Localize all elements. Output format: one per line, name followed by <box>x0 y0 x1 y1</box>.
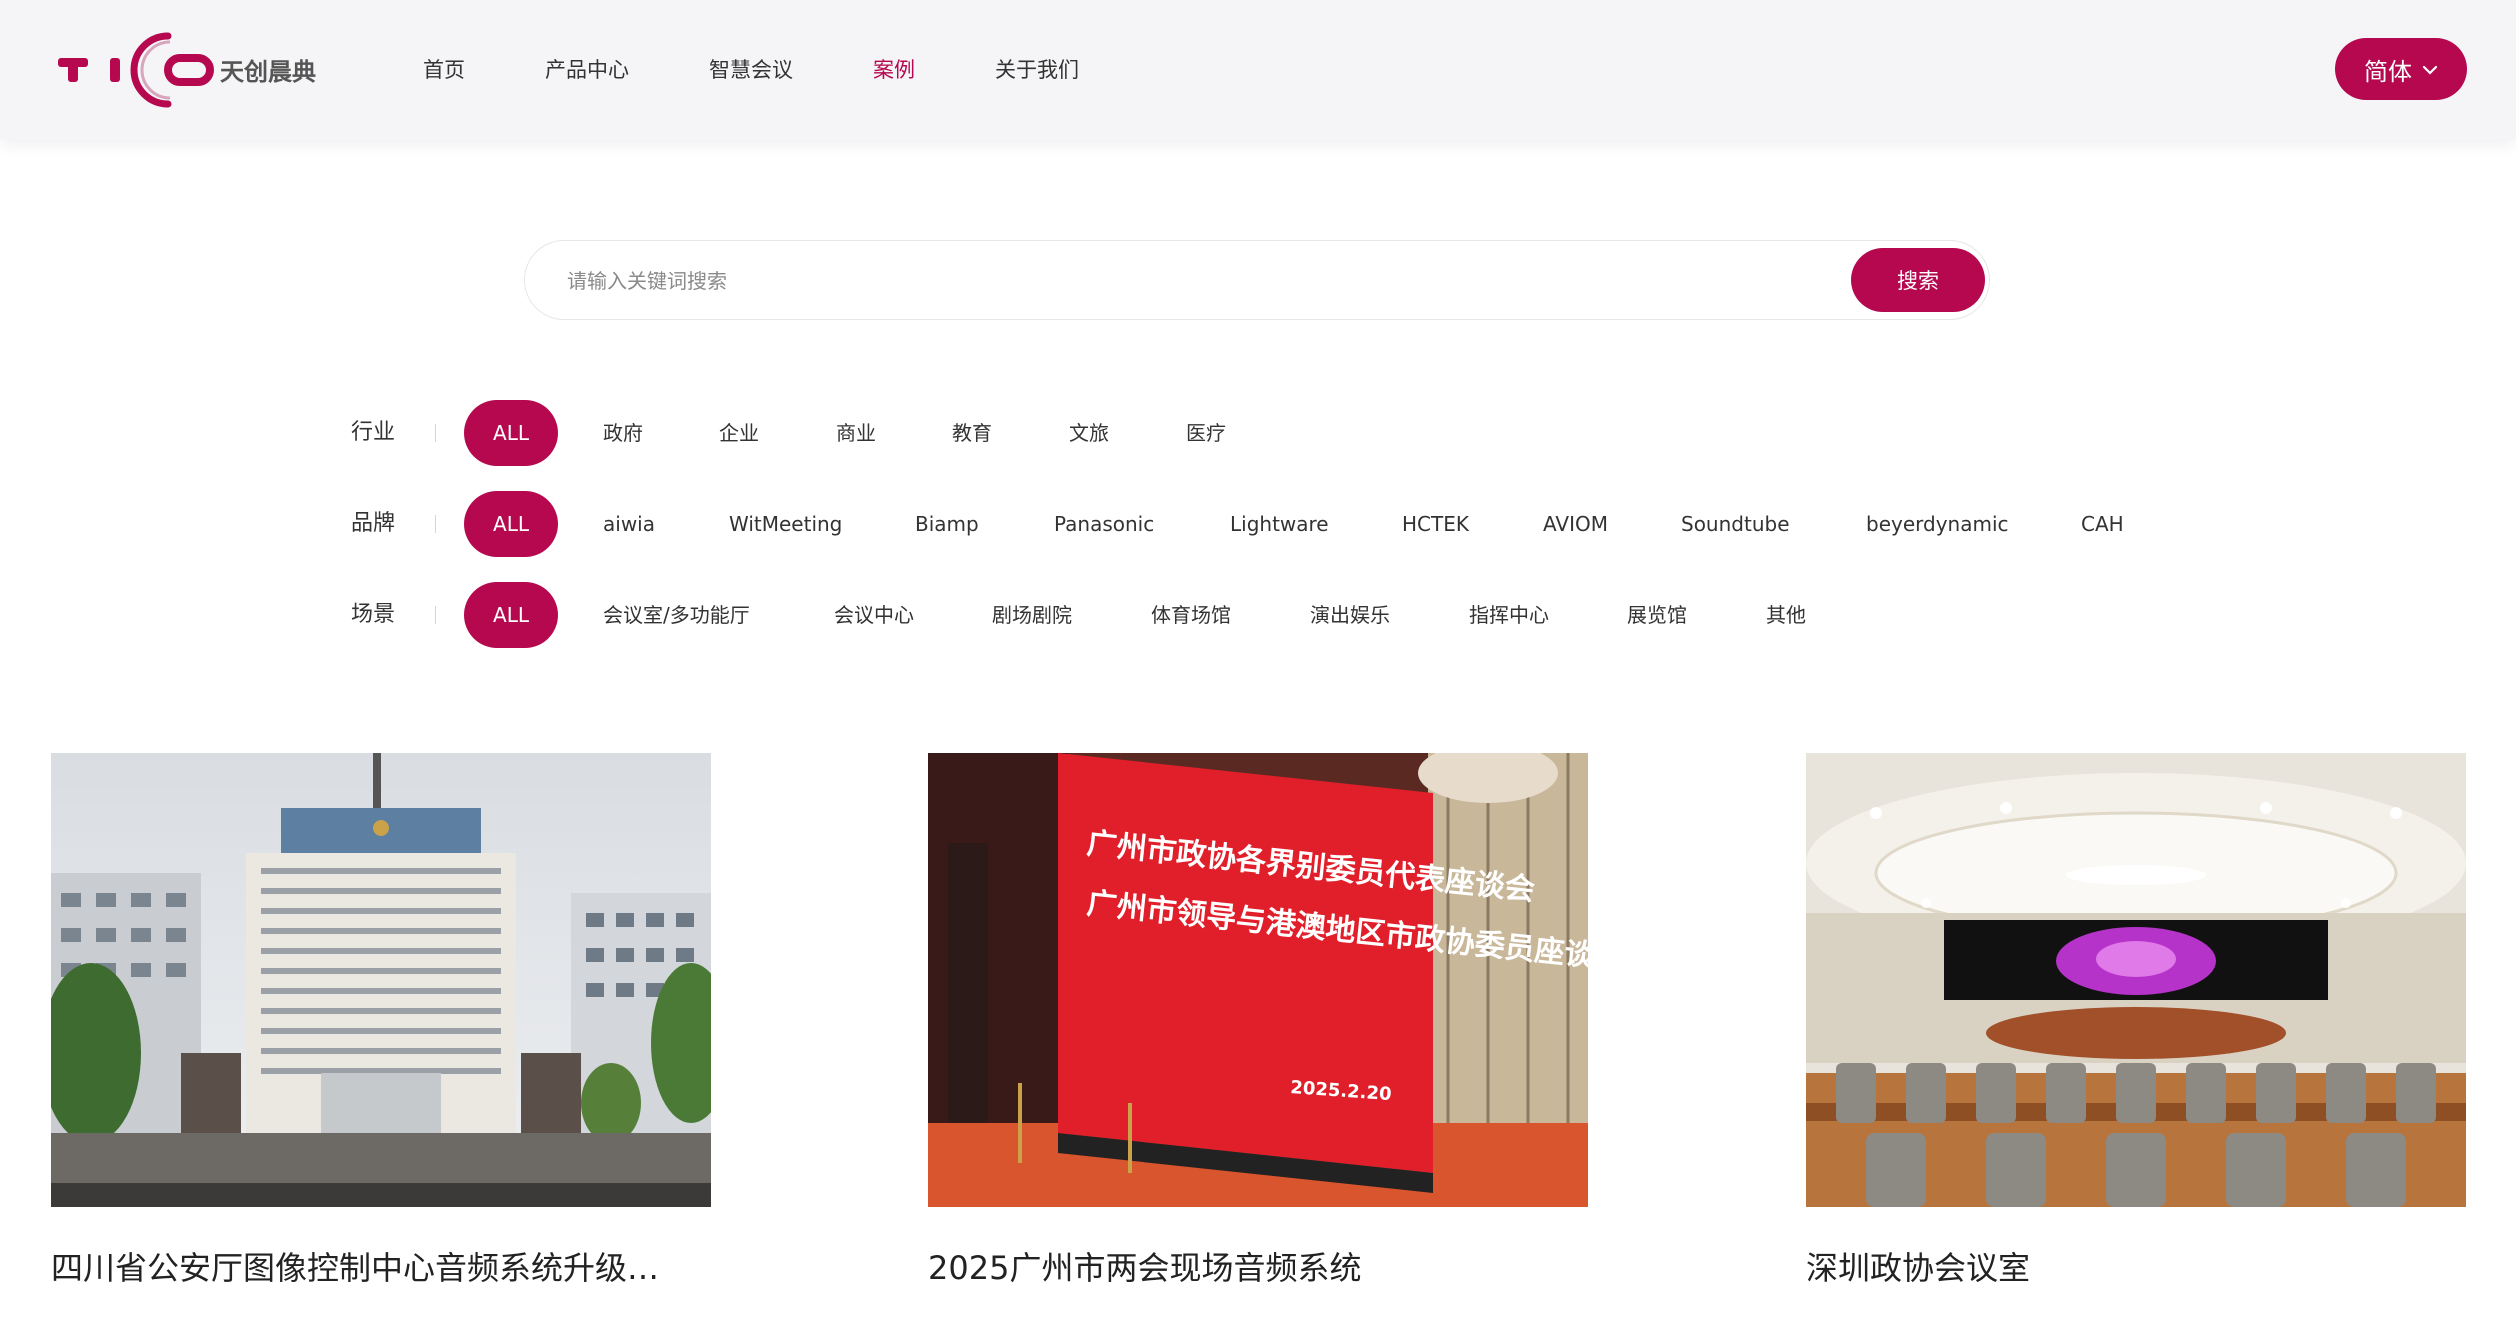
filter-label-industry: 行业 <box>351 420 396 445</box>
chip-brand-hctek[interactable]: HCTEK <box>1402 491 1469 557</box>
chip-scene-other[interactable]: 其他 <box>1766 582 1806 648</box>
filter-divider <box>435 606 436 624</box>
search-input[interactable] <box>565 241 1769 321</box>
chevron-down-icon <box>2422 60 2438 79</box>
chip-brand-biamp[interactable]: Biamp <box>915 491 979 557</box>
chip-brand-panasonic[interactable]: Panasonic <box>1054 491 1154 557</box>
chip-scene-command-center[interactable]: 指挥中心 <box>1469 582 1549 648</box>
chip-industry-medical[interactable]: 医疗 <box>1186 400 1226 466</box>
chip-scene-stadium[interactable]: 体育场馆 <box>1151 582 1231 648</box>
search-bar: 搜索 <box>524 240 1990 321</box>
chip-brand-lightware[interactable]: Lightware <box>1230 491 1329 557</box>
case-card[interactable]: 深圳政协会议室 <box>1806 753 2466 1289</box>
chip-brand-soundtube[interactable]: Soundtube <box>1681 491 1790 557</box>
nav-home[interactable]: 首页 <box>423 0 465 140</box>
filter-divider <box>435 515 436 533</box>
chip-brand-cah[interactable]: CAH <box>2081 491 2124 557</box>
chip-industry-all[interactable]: ALL <box>464 400 558 466</box>
chip-brand-all[interactable]: ALL <box>464 491 558 557</box>
chip-industry-education[interactable]: 教育 <box>952 400 992 466</box>
logo-cn-text: 天创晨典 <box>220 58 316 86</box>
chip-industry-culture-tourism[interactable]: 文旅 <box>1069 400 1109 466</box>
search-button[interactable]: 搜索 <box>1851 248 1985 312</box>
filter-row-industry: 行业 ALL 政府 企业 商业 教育 文旅 医疗 <box>0 400 2516 466</box>
case-card[interactable]: 广州市政协各界别委员代表座谈会 广州市领导与港澳地区市政协委员座谈会 2025.… <box>928 753 1588 1289</box>
nav-about[interactable]: 关于我们 <box>995 0 1079 140</box>
case-title[interactable]: 2025广州市两会现场音频系统 <box>928 1243 1588 1289</box>
chip-brand-aiwia[interactable]: aiwia <box>603 491 655 557</box>
chip-industry-commerce[interactable]: 商业 <box>836 400 876 466</box>
filter-row-scene: 场景 ALL 会议室/多功能厅 会议中心 剧场剧院 体育场馆 演出娱乐 指挥中心… <box>0 582 2516 648</box>
chip-industry-enterprise[interactable]: 企业 <box>719 400 759 466</box>
language-label: 简体 <box>2364 57 2412 86</box>
chip-scene-theater[interactable]: 剧场剧院 <box>992 582 1072 648</box>
site-header: 天创晨典 首页 产品中心 智慧会议 案例 关于我们 简体 <box>0 0 2516 140</box>
filter-row-brand: 品牌 ALL aiwia WitMeeting Biamp Panasonic … <box>0 491 2516 557</box>
case-image-red-led-wall[interactable]: 广州市政协各界别委员代表座谈会 广州市领导与港澳地区市政协委员座谈会 2025.… <box>928 753 1588 1207</box>
chip-brand-beyerdynamic[interactable]: beyerdynamic <box>1866 491 2009 557</box>
filter-label-scene: 场景 <box>351 602 396 627</box>
chip-brand-aviom[interactable]: AVIOM <box>1543 491 1608 557</box>
filter-label-brand: 品牌 <box>351 511 396 536</box>
case-title[interactable]: 四川省公安厅图像控制中心音频系统升级… <box>51 1243 711 1289</box>
chip-scene-meeting-room[interactable]: 会议室/多功能厅 <box>603 582 750 648</box>
chip-industry-government[interactable]: 政府 <box>603 400 643 466</box>
case-image-government-building[interactable] <box>51 753 711 1207</box>
nav-products[interactable]: 产品中心 <box>545 0 629 140</box>
case-card[interactable]: 四川省公安厅图像控制中心音频系统升级… <box>51 753 711 1289</box>
chip-scene-entertainment[interactable]: 演出娱乐 <box>1310 582 1390 648</box>
chip-brand-witmeeting[interactable]: WitMeeting <box>729 491 842 557</box>
chip-scene-exhibition[interactable]: 展览馆 <box>1627 582 1687 648</box>
language-select-button[interactable]: 简体 <box>2335 38 2467 100</box>
tico-logo[interactable]: 天创晨典 <box>58 30 328 110</box>
case-title[interactable]: 深圳政协会议室 <box>1806 1243 2466 1289</box>
case-image-round-conference-room[interactable] <box>1806 753 2466 1207</box>
chip-scene-all[interactable]: ALL <box>464 582 558 648</box>
logo-mark: 天创晨典 <box>58 32 316 108</box>
nav-smart-meeting[interactable]: 智慧会议 <box>709 0 793 140</box>
chip-scene-conference-center[interactable]: 会议中心 <box>834 582 914 648</box>
nav-cases[interactable]: 案例 <box>873 0 915 140</box>
filter-divider <box>435 424 436 442</box>
